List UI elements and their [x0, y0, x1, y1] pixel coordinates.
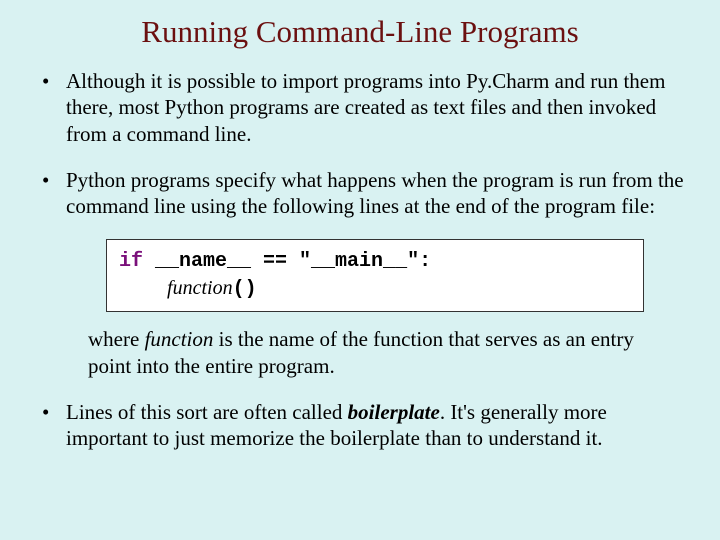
explanation: where function is the name of the functi…: [88, 326, 648, 379]
bullet-item: Although it is possible to import progra…: [36, 68, 684, 147]
b3-term: boilerplate: [348, 400, 440, 424]
code-parens: (): [233, 278, 257, 301]
expl-fn: function: [145, 327, 214, 351]
code-text: __name__ ==: [143, 250, 299, 273]
bullet-item: Lines of this sort are often called boil…: [36, 399, 684, 452]
slide-title: Running Command-Line Programs: [36, 14, 684, 50]
code-colon: :: [419, 250, 431, 273]
code-block: if __name__ == "__main__": function(): [106, 239, 644, 312]
keyword-if: if: [119, 250, 143, 273]
code-string: "__main__": [299, 250, 419, 273]
slide: Running Command-Line Programs Although i…: [0, 0, 720, 491]
expl-pre: where: [88, 327, 145, 351]
bullet-list: Lines of this sort are often called boil…: [36, 399, 684, 452]
bullet-list: Although it is possible to import progra…: [36, 68, 684, 219]
b3-pre: Lines of this sort are often called: [66, 400, 348, 424]
code-function-name: function: [167, 277, 233, 299]
code-indent: [119, 278, 167, 301]
bullet-item: Python programs specify what happens whe…: [36, 167, 684, 220]
